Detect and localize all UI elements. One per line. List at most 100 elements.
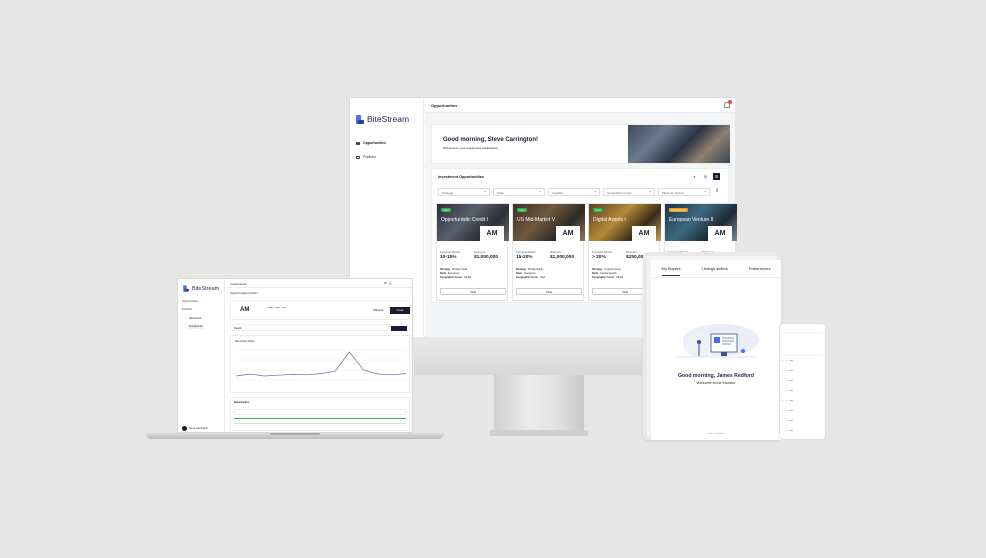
view-list-icon[interactable]: ◎ [702, 173, 709, 180]
manager-logo: AM [632, 226, 656, 241]
geo-label: Geographic Focus [516, 276, 538, 279]
notification-badge [728, 100, 732, 104]
export-icon[interactable]: ⇪ [713, 188, 721, 196]
opportunity-card[interactable]: Open Opportunistic Credit I AM Forecast … [436, 203, 509, 301]
brand-logo[interactable]: BiteStream [182, 284, 219, 293]
geo-row: Geographic Focus Global [440, 276, 471, 279]
user-name: Steve Carrington [189, 427, 208, 430]
return-value: 15-20% [516, 255, 533, 260]
filter-stats[interactable]: Stats [493, 188, 545, 196]
geo-value: Global [615, 276, 624, 279]
tablet-device: My Buyers Listings sellers Preferences G… [643, 252, 781, 440]
subscription-progress [234, 418, 406, 419]
list-item[interactable]: ▪ ▪ ▪▪▪▪ [782, 370, 793, 372]
settings-icon[interactable]: ⚙ [384, 281, 387, 285]
monitor-stand [494, 375, 584, 432]
card-title: Opportunistic Credit I [441, 217, 488, 223]
sidebar-item-label: Portfolio [363, 155, 376, 159]
view-grid-icon[interactable]: ☰ [713, 173, 720, 180]
period-selector[interactable] [391, 326, 407, 331]
minimum-label: Minimum [626, 250, 638, 254]
list-item[interactable]: ▪ ▪ ▪▪▪▪ [782, 390, 793, 392]
return-value: 10-15% [440, 255, 457, 260]
list-item[interactable]: ▪ ▪ ▪▪▪▪ [782, 430, 793, 432]
sidebar-item-portfolio[interactable]: Portfolio [356, 155, 420, 159]
strategy-row: Strategy Private Equity [516, 268, 543, 271]
minimum-label: Minimum [550, 250, 562, 254]
sidebar-item-portfolio[interactable]: Portfolio [182, 308, 192, 311]
stats-row: Stats Evergreen [440, 272, 460, 275]
filter-strategy[interactable]: Strategy [438, 188, 490, 196]
sidebar-item-opportunities[interactable]: Opportunities [356, 141, 420, 145]
tab-listings-sellers[interactable]: Listings sellers [702, 266, 728, 277]
stats-value: Capital Growth [600, 272, 617, 275]
sidebar-item-dashboard[interactable]: Dashboard [187, 316, 203, 321]
strategy-label: Strategy [440, 268, 451, 271]
manager-logo: AM [708, 226, 732, 241]
nav-series-line [236, 351, 406, 377]
list-item[interactable]: ▪ ▪ ▪▪▪▪ [782, 360, 793, 362]
nav-line-chart [236, 349, 406, 381]
city-skyline-image [628, 125, 730, 163]
filter-liquidity[interactable]: Liquidity [548, 188, 600, 196]
list-item[interactable]: ▪ ▪ ▪▪▪▪ [782, 380, 793, 382]
return-label: Forecast Return [592, 250, 613, 254]
avatar [182, 426, 187, 431]
phone-header [782, 328, 823, 333]
stats-label: Stats [440, 272, 447, 275]
view-tools: ⌕ ◎ ☰ [691, 173, 720, 180]
strategy-label: Strategy [516, 268, 527, 271]
tab-preferences[interactable]: Preferences [749, 266, 771, 277]
tab-my-buyers[interactable]: My Buyers [661, 266, 681, 276]
filter-minimum-return[interactable]: Minimum Return [658, 188, 710, 196]
filter-geographic-focus[interactable]: Geographic Focus [603, 188, 655, 196]
return-value: > 20% [592, 255, 606, 260]
welcome-subtitle: Welcome to your Investment marketplace [443, 146, 499, 150]
card-title: Digital Assets I [593, 217, 626, 223]
withdraw-button[interactable]: Withdraw [373, 309, 383, 312]
tab-details[interactable]: Details [234, 327, 242, 330]
manager-logo: AM [240, 307, 250, 313]
subscription-title: Subscription [234, 401, 250, 404]
status-badge: Open [517, 208, 528, 212]
view-button[interactable]: View [516, 288, 582, 295]
invest-button[interactable]: Invest [390, 307, 410, 314]
strategy-row: Strategy Private Credit [440, 268, 467, 271]
page-title: Opportunities [431, 103, 458, 108]
stats-value: Evergreen [524, 272, 536, 275]
tablet-footer: ▪▪▪▪▪ ▪ ▪▪▪▪▪▪▪▪▪▪▪▪ [707, 432, 725, 435]
search-icon[interactable]: ⌕ [691, 173, 698, 180]
list-item[interactable]: ▪ ▪ ▪▪▪▪ [782, 400, 793, 402]
nav-chart: Net Asset Value [230, 335, 410, 393]
breadcrumb: Opportunistic Credit I [230, 291, 259, 295]
briefcase-icon [356, 155, 360, 159]
sidebar-item-investments[interactable]: Investments [187, 324, 205, 329]
laptop-sidebar: BiteStream Opportunities Portfolio Dashb… [178, 279, 225, 432]
status-badge: Open [593, 208, 604, 212]
sidebar-item-opportunities[interactable]: Opportunities [182, 300, 198, 303]
filter-bar: Strategy Stats Liquidity Geographic Focu… [438, 188, 721, 196]
geo-value: Global [463, 276, 472, 279]
monitor-chin [414, 337, 642, 375]
geo-value: USA [539, 276, 546, 279]
grid-icon [356, 141, 360, 145]
geo-row: Geographic Focus USA [516, 276, 545, 279]
return-label: Forecast Return [516, 250, 537, 254]
laptop-notch [270, 433, 320, 435]
summary-metrics: ▪ ▪▪▪▪▪ ▪ ▪▪▪▪▪ ▪ ▪▪▪▪ [267, 307, 287, 309]
user-profile[interactable]: Steve Carrington [182, 426, 208, 431]
phone-device: ▪ ▪ ▪▪▪▪ ▪ ▪ ▪▪▪▪ ▪ ▪ ▪▪▪▪ ▪ ▪ ▪▪▪▪ ▪ ▪ ▪▪▪▪ ▪ ▪ ▪▪▪… [779, 323, 826, 440]
brand-logo[interactable]: BiteStream [356, 114, 409, 124]
status-badge: Open [441, 208, 452, 212]
subscription-form [234, 409, 406, 415]
view-button[interactable]: View [440, 288, 506, 295]
notification-bell-icon[interactable]: 🔔︎ [389, 281, 393, 285]
card-title: US Mid-Market V [517, 217, 556, 223]
opportunity-card[interactable]: Open US Mid-Market V AM Forecast Return … [512, 203, 585, 301]
welcome-title: Good morning, Steve Carrington! [443, 137, 539, 143]
bitestream-logo-icon [183, 285, 189, 292]
manager-logo: AM [556, 226, 580, 241]
list-item[interactable]: ▪ ▪ ▪▪▪▪ [782, 410, 793, 412]
list-item[interactable]: ▪ ▪ ▪▪▪▪ [782, 420, 793, 422]
empty-state-illustration [676, 324, 759, 358]
